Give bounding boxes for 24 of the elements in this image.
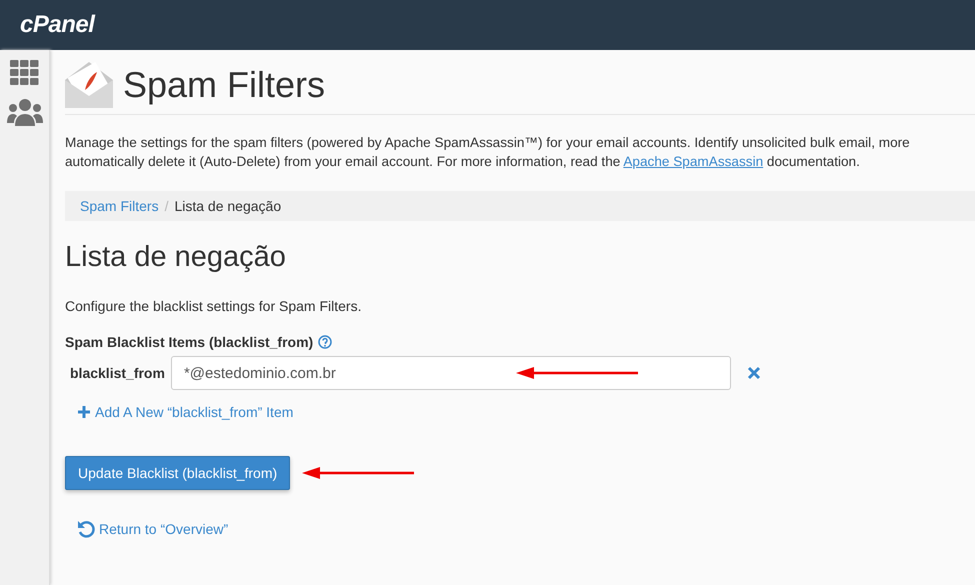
grid-icon[interactable] [10, 60, 39, 85]
users-icon[interactable] [6, 99, 42, 126]
undo-icon [77, 520, 95, 538]
breadcrumb-item[interactable]: Spam Filters [80, 198, 159, 214]
remove-icon[interactable] [746, 366, 761, 380]
update-button[interactable]: Update Blacklist (blacklist_from) [65, 456, 290, 490]
spamassassin-link[interactable]: Apache SpamAssassin [623, 154, 764, 169]
description-paragraph: Manage the settings for the spam filters (powered by Apache SpamAssassin™) for your email accounts. Identify unsolicited bulk email, more automatically delete it (Auto-Delete) from your email account. For more information, read the Apache SpamAssassin documentation. [65, 134, 911, 171]
plus-icon [78, 406, 90, 418]
breadcrumb-separator: / [164, 198, 168, 214]
section-title: Lista de negação [65, 241, 287, 274]
blacklist-input[interactable]: *@estedominio.com.br [170, 356, 731, 390]
return-link[interactable]: Return to “Overview” [77, 520, 975, 538]
intro-text: Configure the blacklist settings for Spam Filters. [65, 298, 362, 314]
logo: cPanel [20, 11, 94, 39]
field-group-label: Spam Blacklist Items (blacklist_from) [65, 334, 314, 350]
page-title: Spam Filters [123, 64, 326, 106]
return-label: Return to “Overview” [99, 521, 228, 537]
add-item-label: Add A New “blacklist_from” Item [95, 404, 294, 420]
breadcrumb-item: Lista de negação [174, 198, 282, 214]
envelope-feather-icon [65, 62, 113, 108]
add-item-link[interactable]: Add A New “blacklist_from” Item [78, 404, 975, 420]
field-label: blacklist_from [70, 365, 165, 381]
help-icon[interactable] [318, 335, 332, 349]
